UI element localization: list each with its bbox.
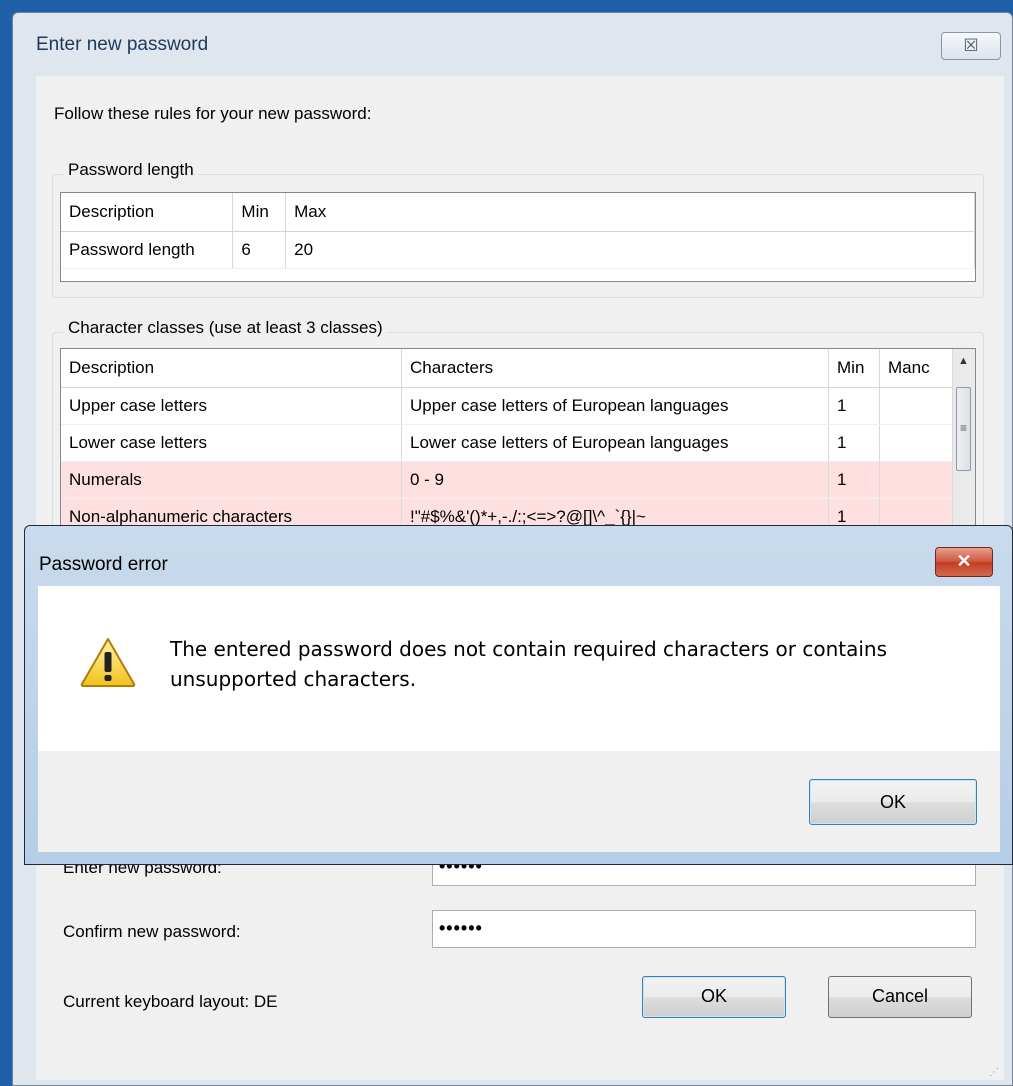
- error-dialog-title: Password error: [39, 554, 168, 575]
- character-classes-group-label: Character classes (use at least 3 classe…: [64, 318, 387, 338]
- error-dialog-body: The entered password does not contain re…: [38, 586, 1000, 751]
- cancel-button[interactable]: Cancel: [828, 976, 972, 1018]
- table-cell: Upper case letters: [61, 387, 402, 425]
- table-cell: 1: [828, 461, 880, 499]
- table-cell: Upper case letters of European languages: [401, 387, 829, 425]
- ok-button[interactable]: OK: [642, 976, 786, 1018]
- column-header[interactable]: Min: [828, 349, 880, 388]
- table-row[interactable]: Password length 6 20: [61, 231, 975, 269]
- scrollbar-thumb[interactable]: ≡: [956, 387, 971, 471]
- error-message: The entered password does not contain re…: [170, 637, 888, 691]
- table-cell: 20: [285, 231, 975, 269]
- main-close-button[interactable]: ☒: [941, 32, 1001, 60]
- password-length-grid: Description Min Max Password length 6 20: [60, 192, 976, 282]
- table-row[interactable]: Lower case letters Lower case letters of …: [61, 424, 965, 462]
- table-cell: Password length: [61, 231, 234, 269]
- close-icon: ✕: [956, 551, 972, 571]
- classes-scrollbar[interactable]: ▲ ≡: [952, 349, 975, 547]
- close-icon: ☒: [963, 36, 979, 55]
- table-cell: 6: [232, 231, 287, 269]
- table-cell: 1: [828, 387, 880, 425]
- warning-icon: [80, 638, 136, 687]
- column-header[interactable]: Max: [285, 193, 975, 232]
- confirm-password-field[interactable]: ••••••: [432, 910, 976, 948]
- main-dialog-title: Enter new password: [36, 34, 209, 55]
- table-row[interactable]: Numerals 0 - 91: [61, 461, 965, 499]
- password-error-dialog: Password error ✕ The entered password do…: [24, 525, 1013, 865]
- column-header[interactable]: Min: [232, 193, 287, 232]
- scroll-up-arrow-icon[interactable]: ▲: [958, 355, 969, 367]
- error-close-button[interactable]: ✕: [935, 547, 993, 577]
- password-length-group-label: Password length: [64, 160, 198, 180]
- column-header[interactable]: Description: [61, 349, 402, 388]
- password-length-table: Description Min Max Password length 6 20: [61, 193, 975, 269]
- character-classes-grid: Description Characters Min Manc Upper case l…: [60, 348, 976, 548]
- table-cell: Lower case letters of European languages: [401, 424, 829, 462]
- error-dialog-footer: OK: [38, 751, 1000, 852]
- table-row[interactable]: Upper case letters Upper case letters of …: [61, 387, 965, 425]
- column-header[interactable]: Description: [61, 193, 234, 232]
- column-header[interactable]: Characters: [401, 349, 829, 388]
- rules-intro: Follow these rules for your new password…: [54, 104, 372, 123]
- table-cell: 0 - 9: [401, 461, 829, 499]
- resize-grip-icon[interactable]: ⋰: [989, 1068, 1000, 1078]
- table-cell: Numerals: [61, 461, 402, 499]
- table-cell: Lower case letters: [61, 424, 402, 462]
- table-cell: 1: [828, 424, 880, 462]
- character-classes-table: Description Characters Min Manc Upper case l…: [61, 349, 965, 536]
- confirm-password-label: Confirm new password:: [63, 922, 241, 941]
- keyboard-layout-label: Current keyboard layout: DE: [63, 992, 278, 1011]
- error-ok-button[interactable]: OK: [809, 779, 977, 825]
